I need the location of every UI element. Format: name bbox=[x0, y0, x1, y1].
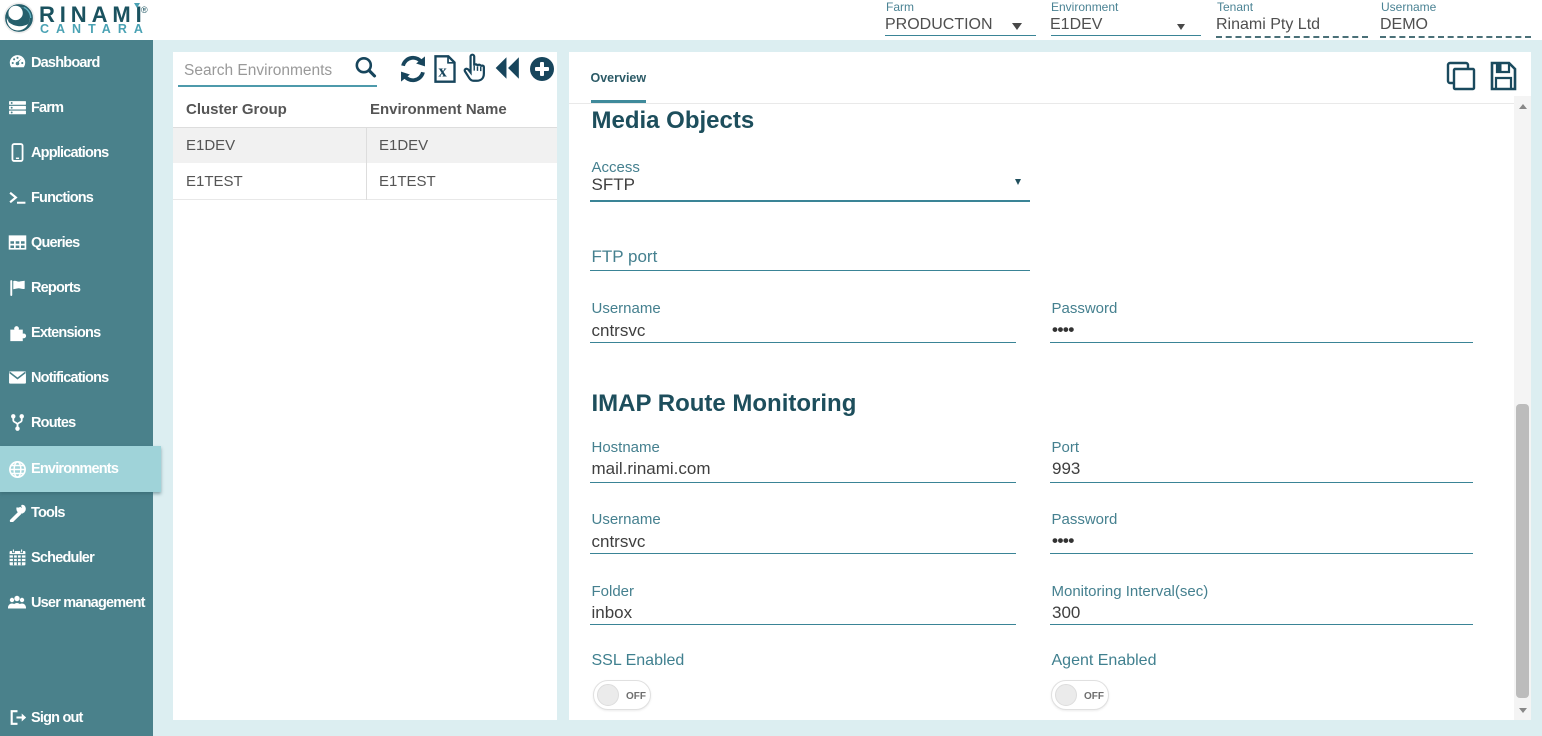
svg-text:x: x bbox=[438, 62, 447, 81]
